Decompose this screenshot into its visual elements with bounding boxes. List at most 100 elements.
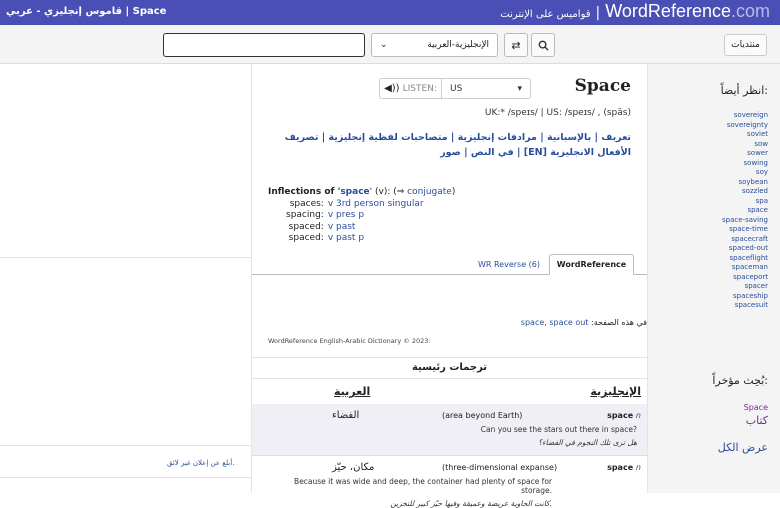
table-row: space n (area beyond Earth) الفضاء Can y…	[252, 404, 647, 455]
see-also-item[interactable]: soybean	[722, 178, 768, 188]
inflection-form: spaced:	[288, 233, 324, 243]
related-links[interactable]: تعريف | بالإسبانية | مرادفات إنجليزية | …	[261, 130, 631, 160]
listen-button[interactable]: ◀)) LISTEN:	[380, 79, 442, 98]
see-also-item[interactable]: spaced-out	[722, 244, 768, 254]
see-also-item[interactable]: space-time	[722, 225, 768, 235]
entry-translation: مكان، حيّز	[332, 462, 375, 473]
see-also-item[interactable]: spaceport	[722, 273, 768, 283]
see-also-item[interactable]: spaceflight	[722, 254, 768, 264]
divider	[0, 445, 252, 446]
term-pos: n	[635, 463, 641, 472]
see-also-item[interactable]: sozzled	[722, 187, 768, 197]
dictionary-select[interactable]: ⌄ الإنجليزية-العربية	[371, 33, 498, 57]
swap-languages-button[interactable]: ⇄	[504, 33, 528, 57]
entry-definition: (area beyond Earth)	[442, 411, 523, 420]
accent-select[interactable]: US ▾	[442, 84, 530, 94]
term-word: space	[607, 411, 634, 420]
inflection-row: spaced: v past	[286, 222, 428, 234]
inflection-form: spaces:	[289, 198, 324, 209]
conjugate-link[interactable]: conjugate	[407, 187, 452, 197]
see-also-item[interactable]: sower	[722, 149, 768, 159]
inflections-word[interactable]: space	[340, 187, 369, 197]
term-word: space	[607, 463, 634, 472]
recent-item[interactable]: كتاب	[744, 414, 768, 427]
see-also-list: sovereign sovereignty soviet sow sower s…	[722, 111, 768, 311]
speaker-icon: ◀))	[384, 83, 400, 94]
tab-wordreference[interactable]: WordReference	[549, 254, 634, 275]
listen-widget[interactable]: ◀)) LISTEN: US ▾	[379, 78, 531, 99]
see-also-item[interactable]: space	[722, 206, 768, 216]
inflections-close: )	[451, 187, 456, 197]
chevron-down-icon: ⌄	[380, 40, 388, 50]
entry-translation: الفضاء	[332, 410, 360, 421]
see-also-item[interactable]: spacer	[722, 282, 768, 292]
see-also-item[interactable]: spacecraft	[722, 235, 768, 245]
inflections-suffix: ' (v): (⇒	[369, 187, 405, 197]
example-arabic: هل ترى تلك النجوم في الفضاء؟	[538, 438, 637, 447]
see-also-item[interactable]: sowing	[722, 159, 768, 169]
brand-logo[interactable]: WordReference.com	[605, 1, 770, 22]
on-this-page-label: في هذه الصفحة:	[591, 318, 647, 327]
column-english: الإنجليزية	[590, 385, 641, 398]
section-title: ترجمات رئيسية	[252, 357, 647, 379]
inflection-desc[interactable]: v pres p	[328, 210, 428, 222]
headword: Space	[574, 76, 631, 96]
see-also-item[interactable]: soviet	[722, 130, 768, 140]
inflection-row: spaced: v past p	[286, 233, 428, 245]
left-column: أبلغ عن إعلان غير لائق.	[0, 64, 252, 493]
dictionary-tabs: WR Reverse (6) WordReference	[252, 254, 647, 275]
table-header: الإنجليزية العربية	[252, 377, 647, 404]
see-also-item[interactable]: space-saving	[722, 216, 768, 226]
example-arabic: كانت الحاوية عريضة وعميقة وفيها حيّز كبي…	[390, 499, 552, 508]
inflection-row: spaces: v 3rd person singular	[286, 199, 428, 211]
entry-definition: (three-dimensional expanse)	[442, 463, 558, 472]
see-also-title: انظر أيضاً:	[720, 84, 768, 97]
example-english: Because it was wide and deep, the contai…	[294, 477, 552, 495]
tab-wr-reverse[interactable]: WR Reverse (6)	[474, 254, 544, 275]
inflection-form: spacing:	[286, 210, 324, 220]
inflection-desc[interactable]: v past	[328, 222, 428, 234]
copyright: WordReference English-Arabic Dictionary …	[268, 337, 431, 345]
divider	[0, 257, 252, 258]
see-also-item[interactable]: spa	[722, 197, 768, 207]
brand-subtitle: قواميس على الإنترنت	[500, 9, 591, 20]
entry-term: space n	[607, 411, 641, 420]
search-button[interactable]	[531, 33, 555, 57]
brand-tld: .com	[730, 1, 770, 21]
recent-searches: Space كتاب	[744, 401, 768, 427]
inflection-desc[interactable]: v past p	[328, 233, 428, 245]
see-also-item[interactable]: spaceman	[722, 263, 768, 273]
brand-main: WordReference	[605, 1, 731, 21]
listen-label: LISTEN:	[402, 83, 437, 94]
right-sidebar: انظر أيضاً: sovereign sovereignty soviet…	[647, 64, 780, 493]
dictionary-select-value: الإنجليزية-العربية	[427, 40, 489, 50]
inflections: Inflections of 'space' (v): (⇒ conjugate…	[268, 187, 455, 245]
forums-button[interactable]: منتديات	[724, 34, 767, 56]
report-ad-link[interactable]: أبلغ عن إعلان غير لائق.	[167, 459, 234, 467]
inflection-row: spacing: v pres p	[286, 210, 428, 222]
inflection-form: spaced:	[288, 221, 324, 232]
example-english: Can you see the stars out there in space…	[480, 425, 637, 434]
entry-term: space n	[607, 463, 641, 472]
site-brand[interactable]: قواميس على الإنترنت | WordReference.com	[500, 1, 770, 22]
search-input[interactable]	[163, 33, 365, 57]
see-also-item[interactable]: sovereignty	[722, 121, 768, 131]
page-title: قاموس إنجليزي - عربي | Space	[6, 6, 167, 17]
on-this-page: في هذه الصفحة: space, space out	[521, 318, 647, 327]
see-also-item[interactable]: sovereign	[722, 111, 768, 121]
recent-item[interactable]: Space	[744, 401, 768, 414]
see-also-item[interactable]: spacesuit	[722, 301, 768, 311]
view-all-link[interactable]: عرض الكل	[718, 441, 768, 454]
inflection-desc[interactable]: v 3rd person singular	[328, 199, 428, 211]
swap-icon: ⇄	[511, 38, 521, 52]
see-also-item[interactable]: soy	[722, 168, 768, 178]
inflections-title: Inflections of 'space' (v): (⇒ conjugate…	[268, 187, 455, 199]
top-bar: قاموس إنجليزي - عربي | Space قواميس على …	[0, 0, 780, 25]
main-content: ◀)) LISTEN: US ▾ Space UK:* /speɪs/ | US: …	[252, 64, 647, 508]
see-also-item[interactable]: sow	[722, 140, 768, 150]
see-also-item[interactable]: spaceship	[722, 292, 768, 302]
accent-value: US	[450, 83, 463, 94]
on-this-page-links[interactable]: space, space out	[521, 318, 589, 327]
inflections-prefix: Inflections of '	[268, 187, 341, 197]
recent-searches-title: بُحِث مؤخراً:	[712, 374, 768, 387]
